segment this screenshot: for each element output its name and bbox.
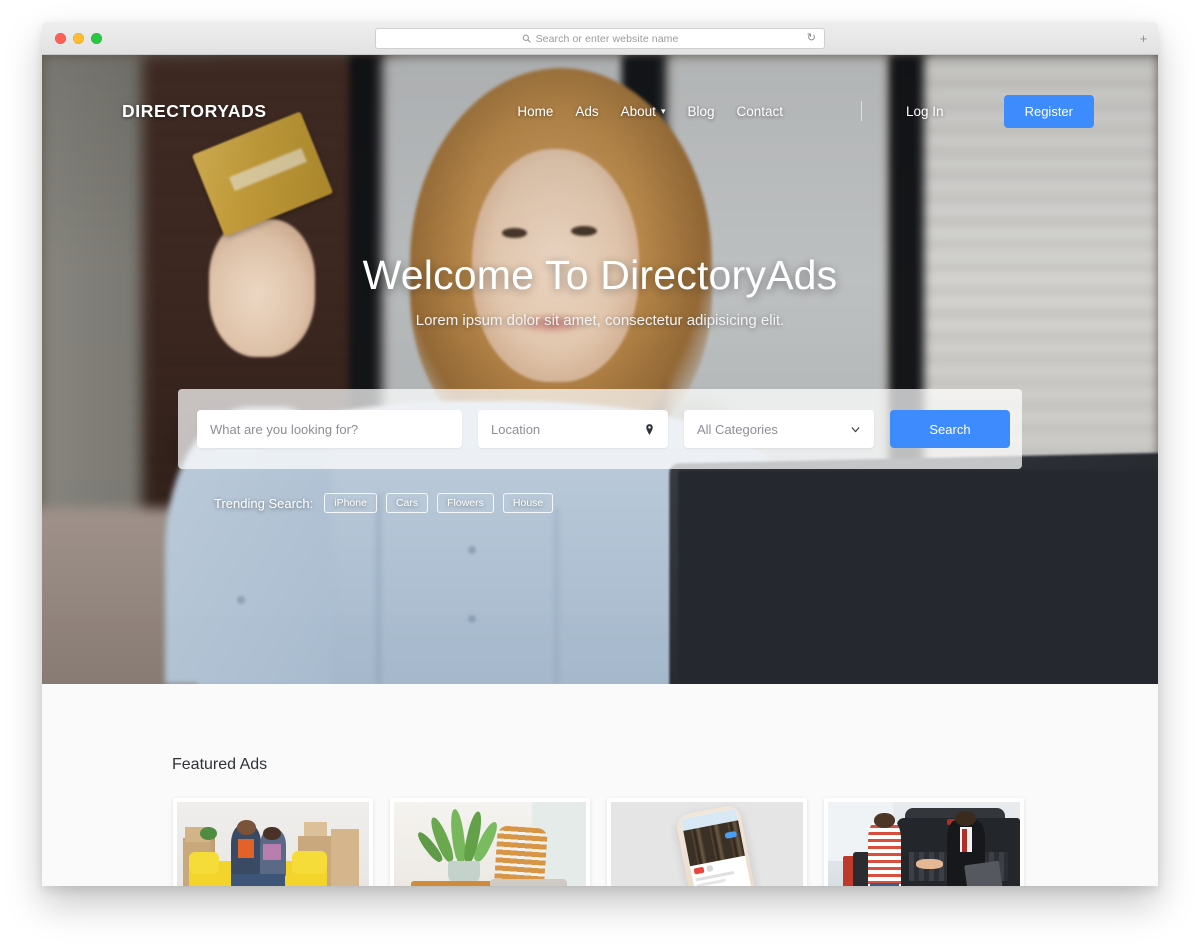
browser-window: Search or enter website name ↻ + DIRECTO… bbox=[42, 22, 1158, 886]
featured-ads-list bbox=[173, 798, 1024, 886]
main-navigation: Home Ads About ▾ Blog Contact Log In Reg… bbox=[517, 94, 1094, 128]
search-icon bbox=[522, 34, 531, 43]
trending-tag-iphone[interactable]: iPhone bbox=[324, 493, 377, 513]
site-header: DIRECTORYADS Home Ads About ▾ Blog Conta… bbox=[42, 87, 1158, 135]
address-bar[interactable]: Search or enter website name ↻ bbox=[375, 28, 825, 49]
category-selected-value: All Categories bbox=[697, 421, 778, 437]
trending-tag-flowers[interactable]: Flowers bbox=[437, 493, 494, 513]
nav-item-label: Blog bbox=[687, 103, 715, 119]
nav-item-home[interactable]: Home bbox=[517, 104, 553, 119]
trending-tag-cars[interactable]: Cars bbox=[385, 493, 429, 513]
minimize-window-button[interactable] bbox=[73, 32, 84, 44]
hero-section: DIRECTORYADS Home Ads About ▾ Blog Conta… bbox=[42, 55, 1158, 684]
search-submit-button[interactable]: Search bbox=[890, 410, 1010, 448]
chevron-down-icon: ▾ bbox=[660, 105, 666, 116]
address-bar-placeholder: Search or enter website name bbox=[535, 32, 679, 45]
location-placeholder: Location bbox=[491, 421, 541, 437]
featured-ad-card[interactable] bbox=[390, 798, 590, 886]
ad-thumbnail-iphone bbox=[611, 802, 803, 886]
featured-ad-card[interactable] bbox=[607, 798, 807, 886]
featured-ads-section: Featured Ads bbox=[42, 684, 1158, 886]
ad-thumbnail-sofa bbox=[177, 802, 369, 886]
ad-thumbnail-patio-furniture bbox=[394, 802, 586, 886]
register-button[interactable]: Register bbox=[1003, 94, 1094, 128]
keyword-placeholder: What are you looking for? bbox=[210, 421, 359, 437]
featured-ad-card[interactable] bbox=[173, 798, 373, 886]
maximize-window-button[interactable] bbox=[91, 32, 102, 44]
category-select[interactable]: All Categories bbox=[684, 410, 874, 448]
brand-logo[interactable]: DIRECTORYADS bbox=[122, 101, 267, 122]
nav-item-label: Home bbox=[517, 103, 554, 119]
trending-search: Trending Search: iPhone Cars Flowers Hou… bbox=[214, 493, 554, 513]
nav-item-blog[interactable]: Blog bbox=[687, 104, 714, 119]
hero-content: Welcome To DirectoryAds Lorem ipsum dolo… bbox=[42, 251, 1158, 329]
hero-search-panel: What are you looking for? Location All C… bbox=[178, 389, 1022, 469]
location-pin-icon bbox=[643, 423, 656, 436]
featured-ads-title: Featured Ads bbox=[172, 756, 268, 773]
chevron-down-icon bbox=[849, 423, 862, 436]
reload-icon[interactable]: ↻ bbox=[807, 33, 816, 44]
browser-titlebar: Search or enter website name ↻ + bbox=[42, 22, 1158, 55]
nav-divider bbox=[861, 101, 863, 121]
nav-item-label: Contact bbox=[736, 103, 784, 119]
nav-item-contact[interactable]: Contact bbox=[737, 104, 784, 119]
page-viewport: DIRECTORYADS Home Ads About ▾ Blog Conta… bbox=[42, 55, 1158, 886]
location-search-input[interactable]: Location bbox=[478, 410, 668, 448]
ad-thumbnail-car-handshake bbox=[828, 802, 1020, 886]
trending-tag-house[interactable]: House bbox=[502, 493, 554, 513]
login-link[interactable]: Log In bbox=[906, 104, 944, 119]
hero-subtitle: Lorem ipsum dolor sit amet, consectetur … bbox=[415, 312, 785, 330]
nav-item-label: Ads bbox=[575, 103, 599, 119]
trending-label: Trending Search: bbox=[214, 495, 314, 511]
nav-item-label: About bbox=[620, 103, 656, 119]
featured-ad-card[interactable] bbox=[824, 798, 1024, 886]
keyword-search-input[interactable]: What are you looking for? bbox=[197, 410, 462, 448]
hero-background-photo bbox=[42, 55, 1158, 684]
new-tab-button[interactable]: + bbox=[1136, 31, 1151, 46]
window-controls bbox=[55, 32, 102, 44]
nav-item-ads[interactable]: Ads bbox=[575, 104, 598, 119]
nav-item-about[interactable]: About ▾ bbox=[621, 104, 666, 119]
close-window-button[interactable] bbox=[55, 32, 66, 44]
hero-title: Welcome To DirectoryAds bbox=[362, 252, 838, 298]
